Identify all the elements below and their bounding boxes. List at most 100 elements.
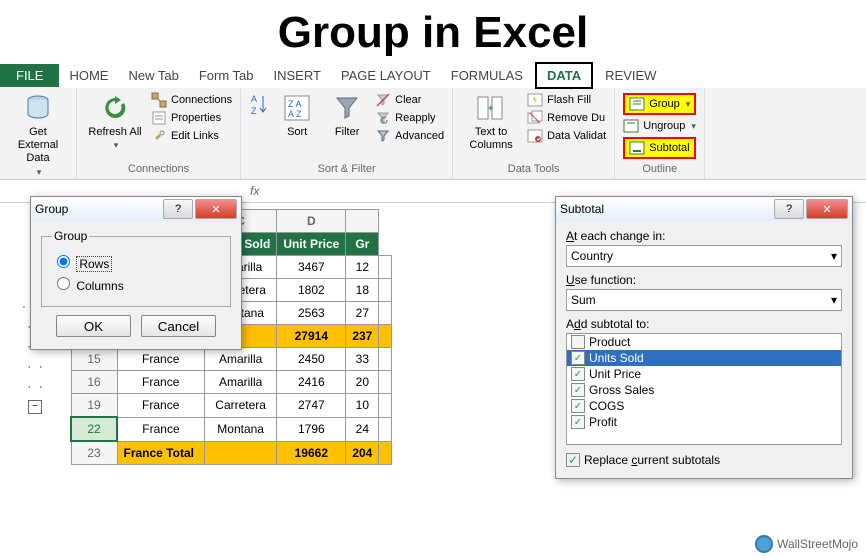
- cell[interactable]: France: [117, 371, 204, 394]
- remove-duplicates-button[interactable]: Remove Du: [527, 110, 606, 126]
- cell[interactable]: 2747: [277, 394, 346, 418]
- svg-text:Z: Z: [251, 106, 257, 116]
- close-button[interactable]: ✕: [195, 199, 237, 219]
- sortfilter-group-label: Sort & Filter: [318, 163, 376, 175]
- sort-az-button[interactable]: AZ: [249, 92, 269, 120]
- cell[interactable]: [379, 441, 392, 465]
- cell[interactable]: [379, 394, 392, 418]
- tab-formulas[interactable]: FORMULAS: [441, 64, 533, 87]
- cell[interactable]: France: [117, 348, 204, 371]
- cell[interactable]: Amarilla: [204, 371, 276, 394]
- advanced-button[interactable]: Advanced: [375, 128, 444, 144]
- cell[interactable]: France: [117, 394, 204, 418]
- cell[interactable]: [379, 348, 392, 371]
- cell[interactable]: France: [117, 417, 204, 441]
- flash-fill-button[interactable]: Flash Fill: [527, 92, 606, 108]
- cell[interactable]: 27: [346, 302, 379, 325]
- data-validation-icon: [527, 128, 543, 144]
- list-item[interactable]: Product: [567, 334, 841, 350]
- tab-file[interactable]: FILE: [0, 64, 59, 87]
- add-subtotal-listbox[interactable]: Product✓Units Sold✓Unit Price✓Gross Sale…: [566, 333, 842, 445]
- row-header[interactable]: 23: [71, 441, 117, 465]
- list-item-label: Units Sold: [589, 351, 644, 365]
- at-each-change-select[interactable]: Country▾: [566, 245, 842, 267]
- reapply-button[interactable]: Reapply: [375, 110, 444, 126]
- cell[interactable]: 27914: [277, 325, 346, 348]
- cell[interactable]: France Total: [117, 441, 204, 465]
- cell[interactable]: Carretera: [204, 394, 276, 418]
- tab-data[interactable]: DATA: [535, 62, 593, 89]
- sort-button[interactable]: Z AA Z Sort: [275, 92, 319, 139]
- subtotal-button[interactable]: Subtotal: [623, 137, 696, 159]
- cell[interactable]: 2563: [277, 302, 346, 325]
- row-header[interactable]: 16: [71, 371, 117, 394]
- cell[interactable]: 12: [346, 256, 379, 279]
- close-button[interactable]: ✕: [806, 199, 848, 219]
- cell[interactable]: 1796: [277, 417, 346, 441]
- columns-radio[interactable]: Columns: [52, 274, 220, 293]
- edit-links-icon: [151, 128, 167, 144]
- ok-button[interactable]: OK: [56, 315, 131, 337]
- cell[interactable]: 237: [346, 325, 379, 348]
- cell[interactable]: 204: [346, 441, 379, 465]
- cell[interactable]: Montana: [204, 417, 276, 441]
- list-item[interactable]: ✓Unit Price: [567, 366, 841, 382]
- col-letter[interactable]: [346, 210, 379, 233]
- cell[interactable]: [379, 417, 392, 441]
- outline-group-label: Outline: [642, 163, 677, 175]
- row-header[interactable]: 15: [71, 348, 117, 371]
- refresh-all-button[interactable]: Refresh All: [85, 92, 145, 152]
- list-item[interactable]: ✓Profit: [567, 414, 841, 430]
- help-button[interactable]: ?: [774, 199, 804, 219]
- tab-insert[interactable]: INSERT: [263, 64, 330, 87]
- clear-button[interactable]: Clear: [375, 92, 444, 108]
- help-button[interactable]: ?: [163, 199, 193, 219]
- cell[interactable]: 18: [346, 279, 379, 302]
- row-header[interactable]: 19: [71, 394, 117, 418]
- connections-button[interactable]: Connections: [151, 92, 232, 108]
- list-item[interactable]: ✓Units Sold: [567, 350, 841, 366]
- cell[interactable]: 3467: [277, 256, 346, 279]
- edit-links-button[interactable]: Edit Links: [151, 128, 232, 144]
- filter-button[interactable]: Filter: [325, 92, 369, 139]
- cancel-button[interactable]: Cancel: [141, 315, 216, 337]
- cell[interactable]: 24: [346, 417, 379, 441]
- cell[interactable]: 10: [346, 394, 379, 418]
- list-item[interactable]: ✓COGS: [567, 398, 841, 414]
- cell[interactable]: 2450: [277, 348, 346, 371]
- tab-newtab[interactable]: New Tab: [118, 64, 188, 87]
- ungroup-button[interactable]: Ungroup: [623, 118, 696, 134]
- text-to-columns-button[interactable]: Text to Columns: [461, 92, 521, 152]
- tab-pagelayout[interactable]: PAGE LAYOUT: [331, 64, 441, 87]
- list-item[interactable]: ✓Gross Sales: [567, 382, 841, 398]
- cell[interactable]: 20: [346, 371, 379, 394]
- col-letter[interactable]: D: [277, 210, 346, 233]
- cell[interactable]: 19662: [277, 441, 346, 465]
- cell[interactable]: [379, 371, 392, 394]
- cell[interactable]: [379, 325, 392, 348]
- use-function-select[interactable]: Sum▾: [566, 289, 842, 311]
- cell[interactable]: 33: [346, 348, 379, 371]
- properties-button[interactable]: Properties: [151, 110, 232, 126]
- cell[interactable]: 2416: [277, 371, 346, 394]
- cell[interactable]: [379, 256, 392, 279]
- cell[interactable]: Amarilla: [204, 348, 276, 371]
- ribbon-tabs: FILE HOME New Tab Form Tab INSERT PAGE L…: [0, 62, 866, 88]
- tab-home[interactable]: HOME: [59, 64, 118, 87]
- connections-group-label: Connections: [128, 163, 189, 175]
- get-external-data-label: Get External Data: [8, 126, 68, 166]
- get-external-data-button[interactable]: Get External Data: [8, 92, 68, 179]
- cell[interactable]: [204, 441, 276, 465]
- tab-review[interactable]: REVIEW: [595, 64, 666, 87]
- rows-radio[interactable]: Rows: [52, 252, 220, 271]
- group-button[interactable]: Group: [623, 93, 696, 115]
- cell[interactable]: 1802: [277, 279, 346, 302]
- data-validation-button[interactable]: Data Validat: [527, 128, 606, 144]
- cell[interactable]: [379, 279, 392, 302]
- sort-icon: Z AA Z: [281, 92, 313, 124]
- replace-subtotals-checkbox[interactable]: ✓ Replace current subtotals: [566, 453, 842, 467]
- tab-formtab[interactable]: Form Tab: [189, 64, 264, 87]
- cell[interactable]: [379, 302, 392, 325]
- collapse-icon[interactable]: −: [28, 400, 42, 414]
- row-header[interactable]: 22: [71, 417, 117, 441]
